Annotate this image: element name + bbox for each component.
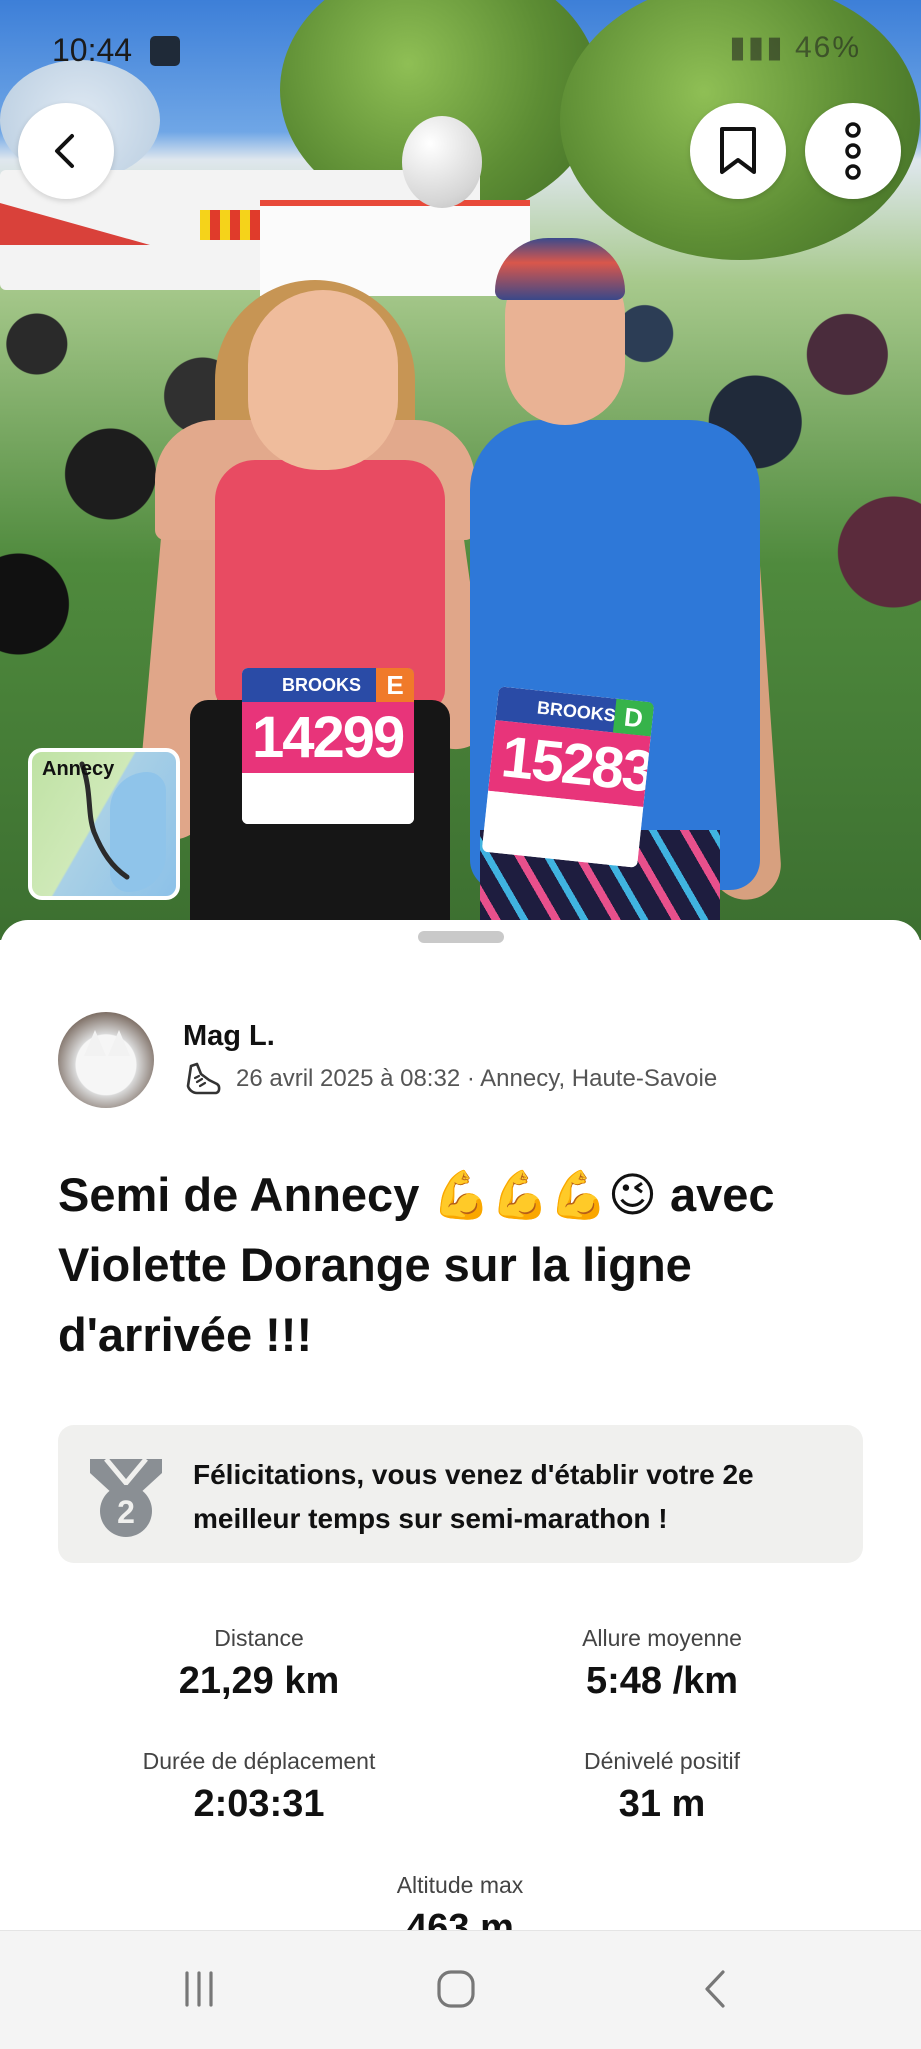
stat-moving-time: Durée de déplacement 2:03:31	[59, 1748, 459, 1826]
system-navigation-bar	[0, 1930, 921, 2049]
recent-apps-icon	[185, 1971, 213, 2007]
stat-label: Durée de déplacement	[142, 1748, 376, 1774]
bib-number: 14299	[242, 702, 414, 773]
activity-date-location: 26 avril 2025 à 08:32 · Annecy, Haute-Sa…	[236, 1065, 718, 1092]
bib-letter: E	[376, 668, 414, 702]
avatar-ear	[84, 1030, 106, 1056]
runner-left-face	[248, 290, 398, 470]
activity-title: Semi de Annecy 💪💪💪😉 avec Violette Dorang…	[58, 1168, 775, 1361]
stat-label: Altitude max	[396, 1872, 524, 1898]
bib-left: BROOKS E 14299	[242, 668, 414, 824]
achievement-banner[interactable]: 2 Félicitations, vous venez d'établir vo…	[58, 1425, 863, 1563]
chevron-left-icon	[55, 134, 74, 168]
battery-level: 46%	[794, 31, 861, 64]
stat-pace: Allure moyenne 5:48 /km	[462, 1625, 862, 1703]
shoe-icon	[186, 1062, 221, 1095]
avatar[interactable]	[58, 1012, 154, 1108]
photo-balloon	[402, 116, 482, 208]
stat-elevation-gain: Dénivelé positif 31 m	[462, 1748, 862, 1826]
avatar-ear	[108, 1030, 130, 1056]
back-button[interactable]	[18, 103, 114, 199]
bib-footer	[242, 773, 414, 824]
status-bar: 10:44 ▮▮▮ 46%	[0, 0, 921, 100]
medal-icon: 2	[90, 1457, 162, 1537]
photo-ambulance-stripes	[200, 210, 260, 240]
more-options-button[interactable]	[805, 103, 901, 199]
stat-distance: Distance 21,29 km	[59, 1625, 459, 1703]
route-map-thumbnail[interactable]: Annecy	[28, 748, 180, 900]
stat-label: Distance	[214, 1625, 304, 1651]
bookmark-button[interactable]	[690, 103, 786, 199]
stat-value: 2:03:31	[193, 1783, 325, 1825]
status-battery: ▮▮▮ 46%	[729, 30, 861, 65]
stat-value: 31 m	[618, 1783, 706, 1825]
home-icon	[437, 1970, 475, 2008]
activity-detail-sheet: Mag L. 26 avril 2025 à 08:32 · Annecy, H…	[0, 920, 921, 1949]
medal-rank: 2	[117, 1494, 135, 1530]
notification-icon	[150, 36, 180, 66]
bib-right: BROOKS D 15283	[481, 686, 655, 868]
stat-label: Dénivelé positif	[584, 1748, 740, 1774]
recent-apps-button[interactable]	[164, 1959, 234, 2019]
sheet-drag-handle[interactable]	[418, 931, 504, 943]
signal-icon: ▮▮▮	[729, 31, 795, 64]
achievement-text: Félicitations, vous venez d'établir votr…	[193, 1459, 754, 1534]
stat-value: 21,29 km	[178, 1660, 340, 1702]
stat-value: 5:48 /km	[585, 1660, 739, 1702]
back-icon	[705, 1970, 725, 2008]
athlete-name[interactable]: Mag L.	[183, 1020, 275, 1053]
system-back-button[interactable]	[680, 1959, 750, 2019]
bookmark-icon	[720, 127, 756, 174]
map-label: Annecy	[42, 758, 115, 780]
more-vertical-icon	[845, 122, 861, 180]
bib-letter: D	[612, 698, 655, 737]
status-time: 10:44	[52, 32, 133, 68]
stat-label: Allure moyenne	[582, 1625, 742, 1651]
home-button[interactable]	[421, 1959, 491, 2019]
